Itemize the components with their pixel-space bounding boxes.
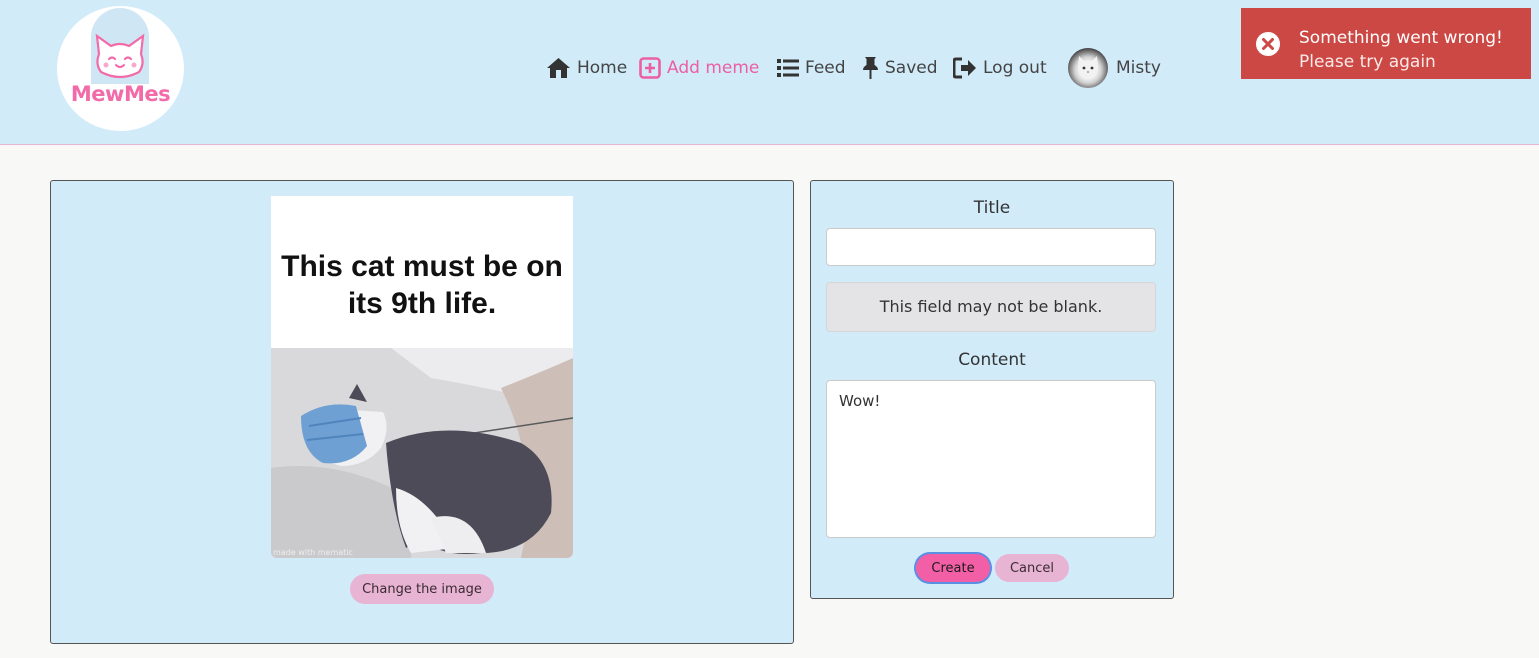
image-panel: This cat must be on its 9th life. made w… [50,180,794,644]
meme-form: Title This field may not be blank. Conte… [810,180,1174,599]
meme-caption: This cat must be on its 9th life. [281,250,563,320]
cancel-button[interactable]: Cancel [995,554,1069,582]
nav-logout[interactable]: Log out [953,55,1047,81]
error-circle-icon [1256,32,1280,56]
content-label: Content [958,350,1026,370]
error-toast[interactable]: Something went wrong! Please try again [1241,8,1531,79]
change-image-button[interactable]: Change the image [350,574,494,604]
content-textarea[interactable]: Wow! [826,380,1156,538]
brand-name: MewMes [70,82,171,106]
cat-logo-icon [95,33,145,79]
cat-avatar-icon [1077,56,1099,79]
toast-title: Something went wrong! [1299,28,1503,48]
title-label: Title [973,198,1011,218]
nav-home-label: Home [577,58,628,78]
title-error-alert: This field may not be blank. [826,282,1156,332]
title-input[interactable] [826,228,1156,266]
nav-profile[interactable]: Misty [1068,48,1161,88]
avatar [1068,48,1108,88]
nav-logout-label: Log out [983,58,1047,78]
cat-photo [271,348,573,558]
thumbtack-icon [863,57,878,79]
nav-home[interactable]: Home [546,55,627,81]
nav-feed-label: Feed [805,58,846,78]
user-name: Misty [1116,58,1161,78]
home-icon [547,58,570,78]
nav-add-meme-label: Add meme [667,58,760,78]
list-icon [777,59,799,77]
nav-saved-label: Saved [885,58,938,78]
create-button[interactable]: Create [916,554,990,582]
nav-feed[interactable]: Feed [777,55,846,81]
meme-watermark: made with mematic [273,548,353,557]
plus-square-icon [639,57,661,79]
sign-out-icon [953,57,976,79]
nav-saved[interactable]: Saved [862,55,938,81]
meme-image: This cat must be on its 9th life. made w… [271,196,573,558]
brand-logo[interactable]: MewMes [57,6,184,131]
toast-message: Please try again [1299,52,1436,72]
nav-add-meme[interactable]: Add meme [639,55,759,81]
